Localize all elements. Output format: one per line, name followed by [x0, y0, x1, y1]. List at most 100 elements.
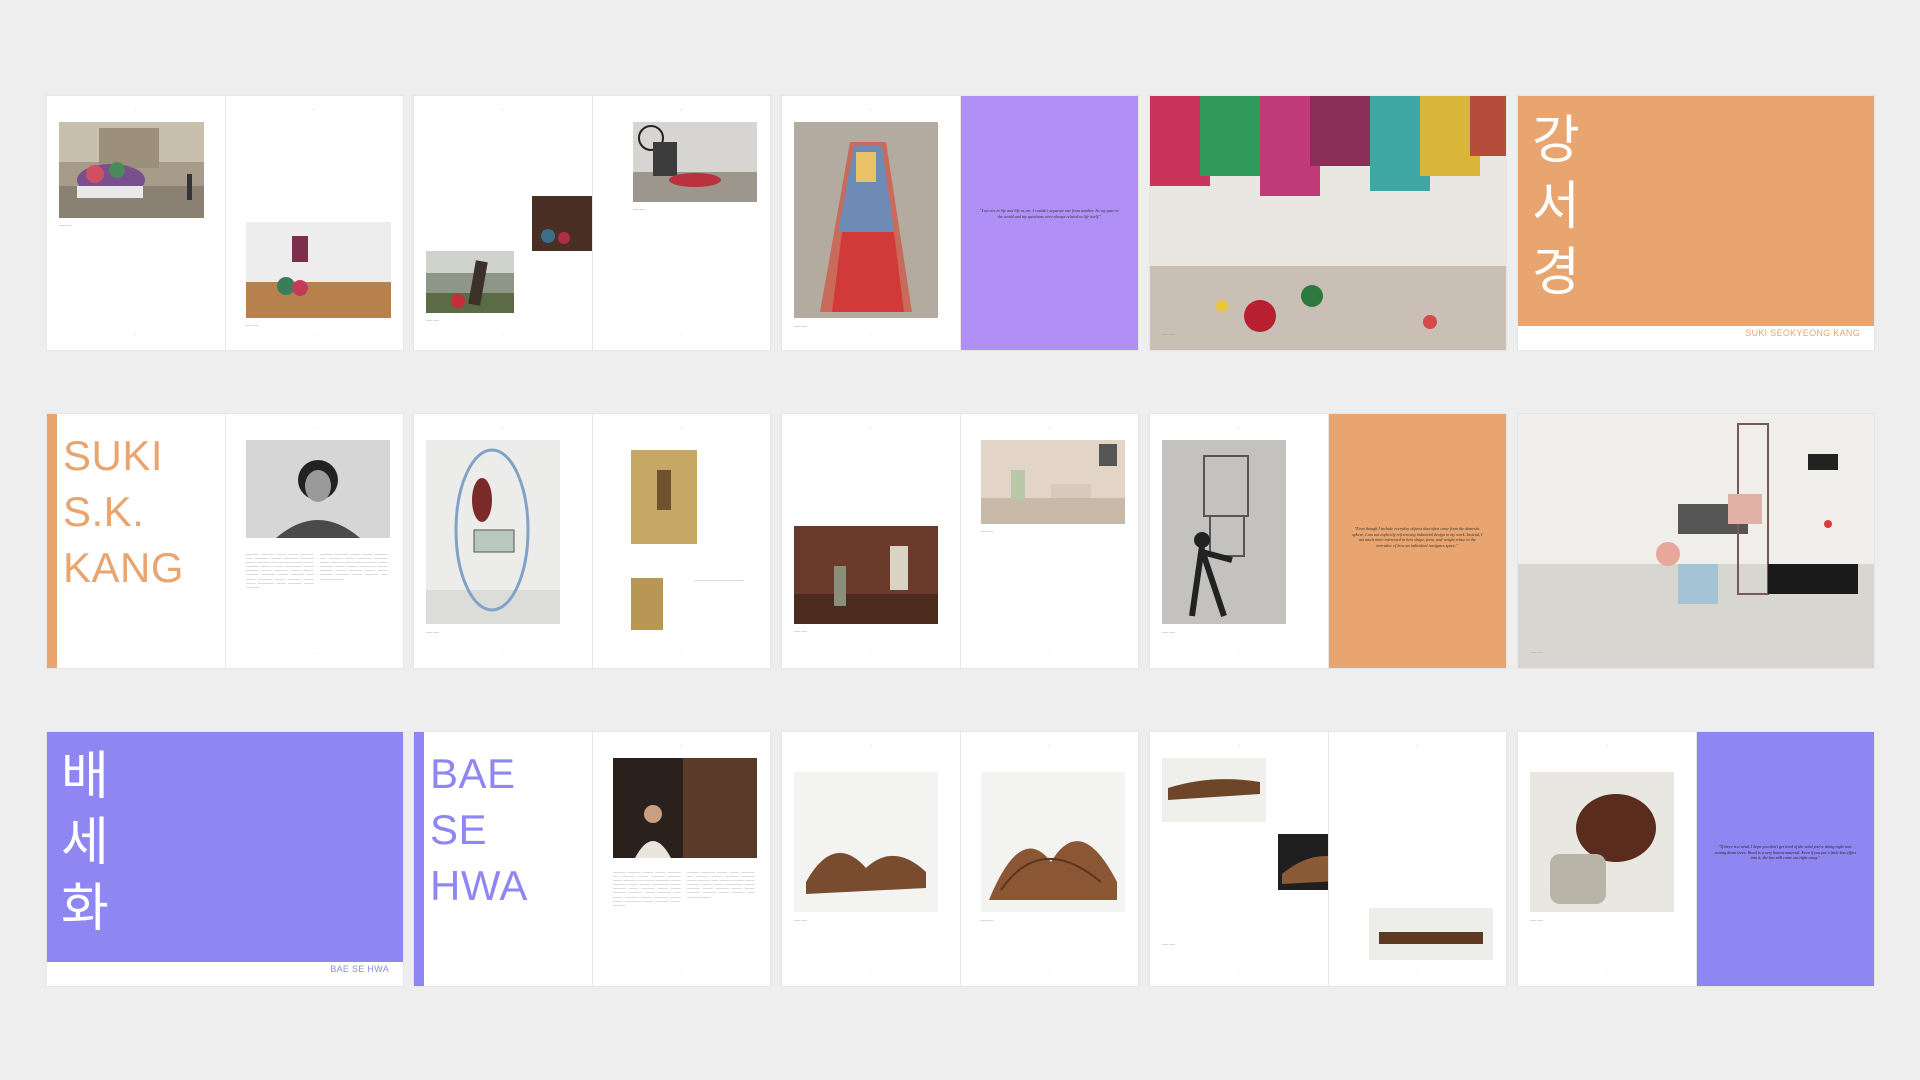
- photo-small-woven-panel: [630, 578, 663, 630]
- page-quote: "I see art in life and life as art. I co…: [959, 96, 1138, 350]
- artist-name: SUKI SEOKYEONG KANG: [1745, 328, 1860, 338]
- running-head: ~: [313, 426, 316, 430]
- page-number: ·: [1048, 970, 1050, 974]
- page-left: BAE SE HWA: [414, 732, 592, 986]
- page-right: ~ —— —— ·: [959, 732, 1138, 986]
- accent-bar: [414, 732, 424, 986]
- running-head: ~: [1416, 744, 1419, 748]
- photo-woven-panel: [630, 450, 697, 544]
- bio-column-1: ———— ———— ——— ——— ———— —— ———— ——— ———— …: [245, 552, 314, 589]
- page-quote: "If there is a wind, I hope you don't ge…: [1695, 732, 1874, 986]
- spread-bae-bio[interactable]: BAE SE HWA ~ ———— ———— ——— ——— ———— —— —…: [414, 732, 770, 986]
- page-number: ·: [1048, 652, 1050, 656]
- running-head: ~: [680, 108, 683, 112]
- photo-wooden-bench-wave: [794, 772, 938, 912]
- spread-r1-2[interactable]: ~ —— —— · ~ —— —— ·: [414, 96, 770, 350]
- page-number: ·: [502, 652, 504, 656]
- running-head: ~: [869, 108, 872, 112]
- spread-r3-4[interactable]: ~ —— —— · ~ ·: [1150, 732, 1506, 986]
- running-head: ~: [869, 426, 872, 430]
- pull-quote: "Even though I include everyday objects …: [1352, 526, 1483, 548]
- running-head: ~: [1237, 426, 1240, 430]
- photo-landscape-sculpture: [426, 251, 514, 313]
- page-right: ~ —— —— ·: [224, 96, 403, 350]
- page-number: ·: [1238, 970, 1240, 974]
- running-head: ~: [134, 108, 137, 112]
- spread-suki-title-hangul[interactable]: 강 서 경 SUKI SEOKYEONG KANG: [1518, 96, 1874, 350]
- page-number: ·: [1416, 970, 1418, 974]
- page-left: ~ —— —— ·: [782, 96, 960, 350]
- page-number: ·: [680, 652, 682, 656]
- page-left: ~ —— —— ·: [414, 414, 592, 668]
- photo-chair-and-stone: [1530, 772, 1674, 912]
- spread-r3-3[interactable]: ~ —— —— · ~ —— —— ·: [782, 732, 1138, 986]
- bio-column-2: ———— ———— ——— ——— ———— —— ———— ——— ———— …: [319, 552, 388, 581]
- caption: —— ——: [794, 629, 807, 633]
- spread-suki-bio[interactable]: SUKI S.K. KANG ~ ———— ———— ——— ——— ———— …: [47, 414, 403, 668]
- photo-wooden-interior: [794, 526, 938, 624]
- spread-r3-5[interactable]: ~ —— —— · "If there is a wind, I hope yo…: [1518, 732, 1874, 986]
- spread-bae-title-hangul[interactable]: 배 세 화 BAE SE HWA: [47, 732, 403, 986]
- caption: —— ——: [794, 324, 807, 328]
- page-right: ~ ·: [1327, 732, 1506, 986]
- spread-r1-4[interactable]: —— ——: [1150, 96, 1506, 350]
- page-right: ~ ———— ———— ——— ——— ———— —— ———— ——— ———…: [591, 732, 770, 986]
- artist-title: SUKI S.K. KANG: [63, 432, 185, 591]
- spread-r1-1[interactable]: ~ —— —— · ~ —— —— ·: [47, 96, 403, 350]
- photo-performer-with-frames: [1162, 440, 1286, 624]
- running-head: ~: [869, 744, 872, 748]
- spread-r2-3[interactable]: ~ —— —— · ~ —— —— ·: [782, 414, 1138, 668]
- page-number: ·: [502, 334, 504, 338]
- page-left: ~ —— —— ·: [47, 96, 225, 350]
- spread-r2-4[interactable]: ~ —— —— · "Even though I include everyda…: [1150, 414, 1506, 668]
- bio-column-2: ———— ———— ——— ——— ———— —— ———— ——— ———— …: [686, 870, 755, 899]
- photo-low-bench: [1368, 908, 1493, 960]
- caption: —— ——: [1162, 942, 1175, 946]
- page-left: ~ —— —— ·: [782, 414, 960, 668]
- page-right: ~ —— —— ——— —— ——— ——— ·: [591, 414, 770, 668]
- page-left: ~ —— —— ·: [414, 96, 592, 350]
- caption: —— ——: [1162, 630, 1175, 634]
- photo-bench-detail: [1278, 834, 1328, 890]
- running-head: ~: [501, 108, 504, 112]
- running-head: ~: [313, 108, 316, 112]
- photo-bicycle-installation: [632, 122, 757, 202]
- page-left: ~ —— —— ·: [782, 732, 960, 986]
- caption: —— ——: [794, 918, 807, 922]
- photo-gallery-room: [245, 222, 391, 318]
- caption: —— ——: [426, 630, 439, 634]
- accent-bar: [47, 414, 57, 668]
- page-number: ·: [313, 652, 315, 656]
- photo-long-bench: [1162, 758, 1266, 822]
- photo-dark-room-bundles: [532, 196, 592, 251]
- photo-oval-frame-sculpture: [426, 440, 560, 624]
- caption: —— ——: [980, 918, 994, 922]
- running-head: ~: [680, 426, 683, 430]
- artist-title: BAE SE HWA: [430, 750, 528, 909]
- caption: —— ——: [426, 318, 439, 322]
- running-head: ~: [1048, 744, 1051, 748]
- photo-car-with-bundles: [59, 122, 204, 218]
- spread-r1-3[interactable]: ~ —— —— · "I see art in life and life as…: [782, 96, 1138, 350]
- pull-quote: "I see art in life and life as art. I co…: [979, 208, 1119, 219]
- page-left: ~ —— —— ·: [1150, 732, 1328, 986]
- artist-name: BAE SE HWA: [330, 964, 389, 974]
- spread-r2-5[interactable]: —— ——: [1518, 414, 1874, 668]
- page-right: ~ —— —— ·: [591, 96, 770, 350]
- caption: —— ——: [59, 223, 72, 227]
- page-left: ~ —— —— ·: [1518, 732, 1696, 986]
- photo-wooden-bench-curves: [980, 772, 1125, 912]
- photo-artist-portrait: [612, 758, 757, 858]
- photo-artist-portrait: [245, 440, 390, 538]
- page-number: ·: [135, 334, 137, 338]
- bio-column-1: ———— ———— ——— ——— ———— —— ———— ——— ———— …: [612, 870, 681, 907]
- caption: —— ——: [632, 207, 646, 211]
- running-head: ~: [1605, 744, 1608, 748]
- caption: —— —— ——— —— ——— ———: [694, 578, 744, 582]
- spread-r2-2[interactable]: ~ —— —— · ~ —— —— ——— —— ——— ——— ·: [414, 414, 770, 668]
- photo-draped-textile-figure: [794, 122, 938, 318]
- page-number: ·: [870, 970, 872, 974]
- page-right: ~ —— —— ·: [959, 414, 1138, 668]
- caption: —— ——: [980, 529, 994, 533]
- caption: —— ——: [1530, 650, 1543, 654]
